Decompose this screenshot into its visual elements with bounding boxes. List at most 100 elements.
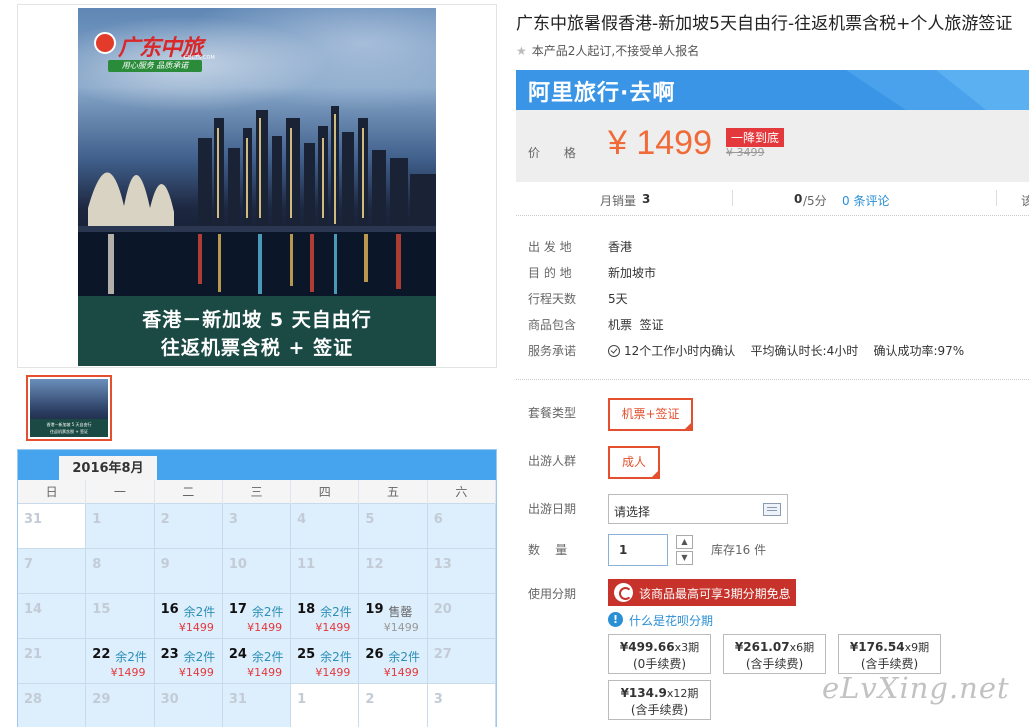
day-price: ¥1499 (247, 621, 283, 634)
price-value: ¥ 1499 (608, 124, 712, 162)
day-number: 16 (160, 602, 179, 617)
calendar-day-cell[interactable]: 26 余2件 ¥1499 (359, 639, 428, 684)
day-stock: 余2件 (183, 650, 216, 664)
traveler-option-button[interactable]: 成人 ✓ (608, 446, 660, 479)
day-number: 5 (365, 512, 375, 527)
calendar-day-cell: 21 (18, 639, 87, 684)
plan-period: x6期 (789, 641, 815, 654)
calendar-day-cell: 10 (222, 549, 292, 594)
calendar-day-cell[interactable]: 18 余2件 ¥1499 (291, 594, 360, 639)
quantity-value: 1 (619, 543, 628, 557)
calendar-day-cell: 1 (86, 504, 155, 549)
travel-date-picker[interactable]: 请选择 (608, 494, 788, 524)
stats-divider (996, 190, 997, 206)
calendar-day-cell[interactable]: 16 余2件 ¥1499 (154, 594, 223, 639)
package-type-label: 套餐类型 (528, 406, 577, 420)
product-stats: 月销量 3 0 /5分 0 条评论 该 (516, 182, 1029, 216)
day-number: 1 (297, 692, 307, 707)
calendar-day-cell[interactable]: 17 余2件 ¥1499 (222, 594, 292, 639)
gallery-thumbnail[interactable]: 香港－新加坡 5 天自由行 往返机票含税 + 签证 (26, 375, 112, 441)
city-skyline (78, 106, 436, 298)
installment-plan-3[interactable]: ¥499.66x3期 (0手续费) (608, 634, 711, 674)
departure-calendar: 2016年8月 日一二三四五六 31 1 2 3 4 5 6 7 8 9 10 11 12 13 14 15 1… (17, 449, 497, 727)
day-stock: 余2件 (251, 605, 284, 619)
calendar-day-cell[interactable]: 22 余2件 ¥1499 (86, 639, 155, 684)
section-divider (516, 379, 1029, 380)
day-number: 6 (433, 512, 443, 527)
stock-text: 库存16 件 (711, 543, 767, 557)
weekday-label: 六 (428, 480, 496, 504)
plan-fee: (0手续费) (633, 657, 686, 671)
alitrip-banner: 阿里旅行·去啊 (516, 70, 1029, 110)
product-poster: 广东中旅 GDCTS.COM 用心服务 品质承诺 香港－新加坡 5 天自由行 往… (78, 8, 436, 366)
day-stock: 余2件 (183, 605, 216, 619)
day-number: 1 (92, 512, 102, 527)
thumbnail-image: 香港－新加坡 5 天自由行 往返机票含税 + 签证 (30, 379, 108, 437)
detail-label: 商品包含 (528, 318, 577, 332)
calendar-day-cell: 6 (427, 504, 496, 549)
what-is-huabei-link[interactable]: 什么是花呗分期 (629, 612, 713, 629)
day-number: 27 (433, 647, 452, 662)
calendar-day-cell: 3 (427, 684, 496, 727)
day-number: 11 (297, 557, 316, 572)
subtitle-text: 本产品2人起订,不接受单人报名 (531, 44, 700, 58)
day-number: 22 (92, 647, 111, 662)
service-promise-text: 12个工作小时内确认 平均确认时长:4小时 确认成功率:97% (624, 344, 965, 358)
detail-label: 行程天数 (528, 292, 577, 306)
day-stock: 余2件 (115, 650, 147, 664)
day-number: 25 (297, 647, 316, 662)
installment-plan-6[interactable]: ¥261.07x6期 (含手续费) (723, 634, 826, 674)
day-number: 19 (365, 602, 384, 617)
huabei-icon (614, 583, 633, 602)
weekday-label: 三 (223, 480, 292, 504)
plan-amount-line: ¥261.07x6期 (724, 639, 825, 655)
traveler-type-label: 出游人群 (528, 454, 577, 468)
check-icon: ✓ (685, 421, 691, 429)
installment-plan-9[interactable]: ¥176.54x9期 (含手续费) (838, 634, 941, 674)
installment-label: 使用分期 (528, 587, 577, 601)
quantity-decrease-button[interactable]: ▼ (676, 551, 693, 565)
calendar-day-cell: 2 (154, 504, 223, 549)
calendar-day-cell: 31 (222, 684, 292, 727)
quantity-increase-button[interactable]: ▲ (676, 535, 693, 549)
day-number: 17 (228, 602, 247, 617)
score-value: 0 (794, 192, 803, 206)
calendar-grid: 31 1 2 3 4 5 6 7 8 9 10 11 12 13 14 15 16 余2件 ¥1499 17 余2件 ¥1… (18, 504, 496, 727)
calendar-day-cell[interactable]: 23 余2件 ¥1499 (154, 639, 223, 684)
package-option-button[interactable]: 机票+签证 ✓ (608, 398, 693, 431)
weekday-label: 日 (18, 480, 87, 504)
calendar-day-cell[interactable]: 19 售罄 ¥1499 (359, 594, 428, 639)
calendar-day-cell: 30 (154, 684, 223, 727)
day-number: 14 (24, 602, 43, 617)
package-option-text: 机票+签证 (621, 407, 680, 421)
poster-caption-line2: 往返机票含税 + 签证 (160, 337, 354, 359)
day-price: ¥1499 (383, 621, 419, 634)
calendar-day-cell: 27 (427, 639, 496, 684)
day-number: 2 (365, 692, 375, 707)
day-number: 28 (24, 692, 43, 707)
alitrip-brand-name: 阿里旅行·去啊 (528, 81, 676, 106)
weekday-label: 二 (155, 480, 223, 504)
calendar-day-cell[interactable]: 24 余2件 ¥1499 (222, 639, 292, 684)
installment-plan-12[interactable]: ¥134.9x12期 (含手续费) (608, 680, 711, 720)
calendar-day-cell[interactable]: 25 余2件 ¥1499 (291, 639, 360, 684)
detail-value: 5天 (608, 292, 628, 306)
calendar-day-cell: 11 (291, 549, 360, 594)
reviews-link[interactable]: 0 条评论 (842, 192, 889, 209)
day-number: 3 (228, 512, 238, 527)
stats-divider (732, 190, 733, 206)
weekday-label: 一 (86, 480, 155, 504)
quantity-input[interactable]: 1 (608, 534, 668, 566)
detail-value: 新加坡市 (608, 266, 657, 280)
day-number: 12 (365, 557, 384, 572)
calendar-day-cell: 28 (18, 684, 87, 727)
check-circle-icon (608, 345, 620, 357)
calendar-month-tab[interactable]: 2016年8月 (59, 456, 157, 480)
calendar-icon[interactable] (763, 503, 781, 516)
plan-period: x12期 (666, 687, 699, 700)
day-number: 15 (92, 602, 111, 617)
main-image-frame: 广东中旅 GDCTS.COM 用心服务 品质承诺 香港－新加坡 5 天自由行 往… (17, 4, 497, 368)
date-picker-text: 请选择 (614, 505, 651, 519)
logo-slogan: 用心服务 品质承诺 (108, 60, 202, 72)
calendar-day-cell: 9 (154, 549, 223, 594)
